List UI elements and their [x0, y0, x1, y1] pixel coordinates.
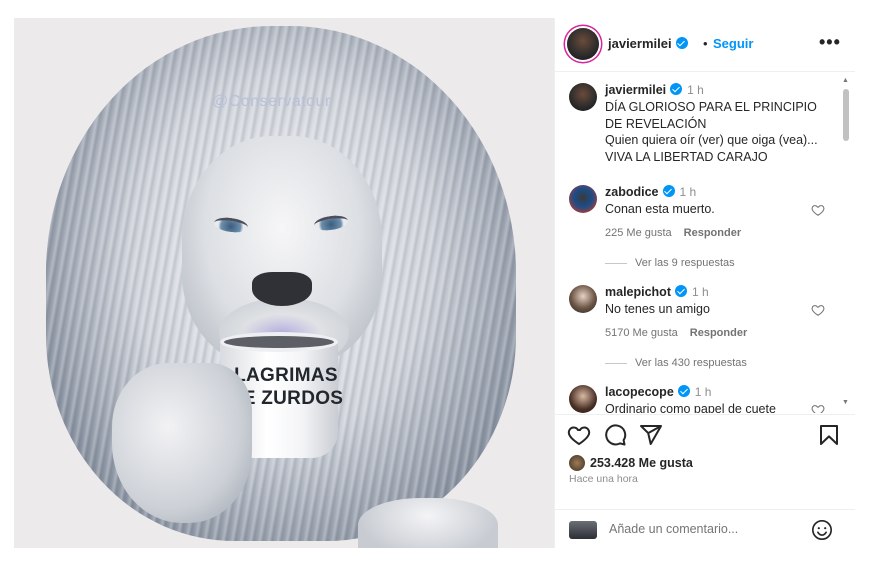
comment-meta: 225 Me gusta Responder	[605, 227, 753, 239]
comment-username-text[interactable]: lacopecope	[605, 385, 674, 399]
comment-avatar[interactable]	[569, 285, 597, 313]
image-watermark: @Conservatour	[212, 93, 331, 110]
lion-paw	[358, 498, 498, 548]
post-image[interactable]: @Conservatour LAGRIMAS DE ZURDOS	[14, 18, 554, 548]
reply-button[interactable]: Responder	[690, 327, 747, 339]
comment-avatar[interactable]	[569, 185, 597, 213]
comments-list[interactable]: javiermilei 1 h DÍA GLORIOSO PARA EL PRIN…	[555, 73, 855, 413]
comment-avatar[interactable]	[569, 385, 597, 413]
likes-avatar	[569, 455, 585, 471]
author-username-text[interactable]: javiermilei	[608, 36, 672, 51]
caption-username[interactable]: javiermilei 1 h	[605, 83, 704, 97]
caption-username-text[interactable]: javiermilei	[605, 83, 666, 97]
view-replies-button[interactable]: Ver las 430 respuestas	[605, 357, 747, 369]
reply-button[interactable]: Responder	[684, 227, 741, 239]
mug-rim	[220, 332, 338, 352]
comment-username[interactable]: malepichot 1 h	[605, 285, 709, 299]
caption-line: Quien quiera oír (ver) que oiga (vea)...	[605, 133, 818, 147]
view-replies-button[interactable]: Ver las 9 respuestas	[605, 257, 735, 269]
verified-badge-icon	[677, 385, 690, 397]
verified-badge-icon	[675, 37, 688, 49]
caption-line: DÍA GLORIOSO PARA EL PRINCIPIO DE REVELA…	[605, 100, 817, 131]
follow-button[interactable]: Seguir	[713, 36, 753, 51]
current-user-avatar	[569, 521, 597, 539]
heart-icon[interactable]	[811, 403, 825, 413]
emoji-icon[interactable]	[811, 519, 833, 541]
comment-time: 1 h	[692, 285, 709, 299]
comment-username[interactable]: lacopecope 1 h	[605, 385, 711, 399]
verified-badge-icon	[670, 83, 683, 95]
caption-line: VIVA LA LIBERTAD CARAJO	[605, 149, 768, 164]
verified-badge-icon	[675, 285, 687, 297]
comment-time: 1 h	[679, 185, 697, 199]
post-header: javiermilei • Seguir •••	[555, 18, 855, 72]
add-comment-bar	[555, 509, 855, 549]
comment-likes[interactable]: 5170 Me gusta	[605, 327, 678, 339]
comment-text: Conan esta muerto.	[605, 202, 715, 216]
lion-nose	[252, 272, 312, 306]
lion-hand	[112, 363, 252, 523]
comment-text: Ordinario como papel de cuete	[605, 402, 776, 413]
scroll-up-arrow-icon[interactable]: ▲	[842, 77, 849, 84]
heart-icon[interactable]	[811, 203, 825, 217]
post-actions: 253.428 Me gusta Hace una hora	[555, 414, 855, 548]
post-side-panel: javiermilei • Seguir ••• javiermilei 1 h …	[554, 18, 855, 548]
comment-time: 1 h	[694, 385, 712, 399]
author-avatar[interactable]	[567, 28, 599, 60]
instagram-post-window: @Conservatour LAGRIMAS DE ZURDOS javierm…	[0, 0, 877, 561]
comment-icon[interactable]	[603, 423, 627, 447]
caption-text: DÍA GLORIOSO PARA EL PRINCIPIO DE REVELA…	[605, 99, 830, 165]
share-icon[interactable]	[639, 423, 663, 447]
comment-username-text[interactable]: malepichot	[605, 285, 671, 299]
comment-likes[interactable]: 225 Me gusta	[605, 227, 672, 239]
heart-icon[interactable]	[811, 303, 825, 317]
more-options-icon[interactable]: •••	[819, 32, 841, 53]
comment-meta: 5170 Me gusta Responder	[605, 327, 759, 339]
post-timestamp[interactable]: Hace una hora	[569, 473, 638, 485]
comment-input[interactable]	[609, 522, 805, 536]
scrollbar-thumb[interactable]	[843, 89, 849, 141]
verified-badge-icon	[662, 185, 675, 197]
caption-avatar[interactable]	[569, 83, 597, 111]
comments-scrollbar[interactable]: ▲ ▼	[841, 77, 851, 409]
scroll-down-arrow-icon[interactable]: ▼	[842, 399, 849, 406]
bookmark-icon[interactable]	[817, 423, 841, 447]
comment-username-text[interactable]: zabodice	[605, 185, 659, 199]
comment-text: No tenes un amigo	[605, 302, 710, 316]
comment-username[interactable]: zabodice 1 h	[605, 185, 696, 199]
heart-icon[interactable]	[567, 423, 591, 447]
likes-count[interactable]: 253.428 Me gusta	[590, 456, 693, 470]
caption-time: 1 h	[687, 83, 704, 97]
separator-dot: •	[703, 36, 708, 51]
author-username[interactable]: javiermilei	[608, 36, 688, 51]
